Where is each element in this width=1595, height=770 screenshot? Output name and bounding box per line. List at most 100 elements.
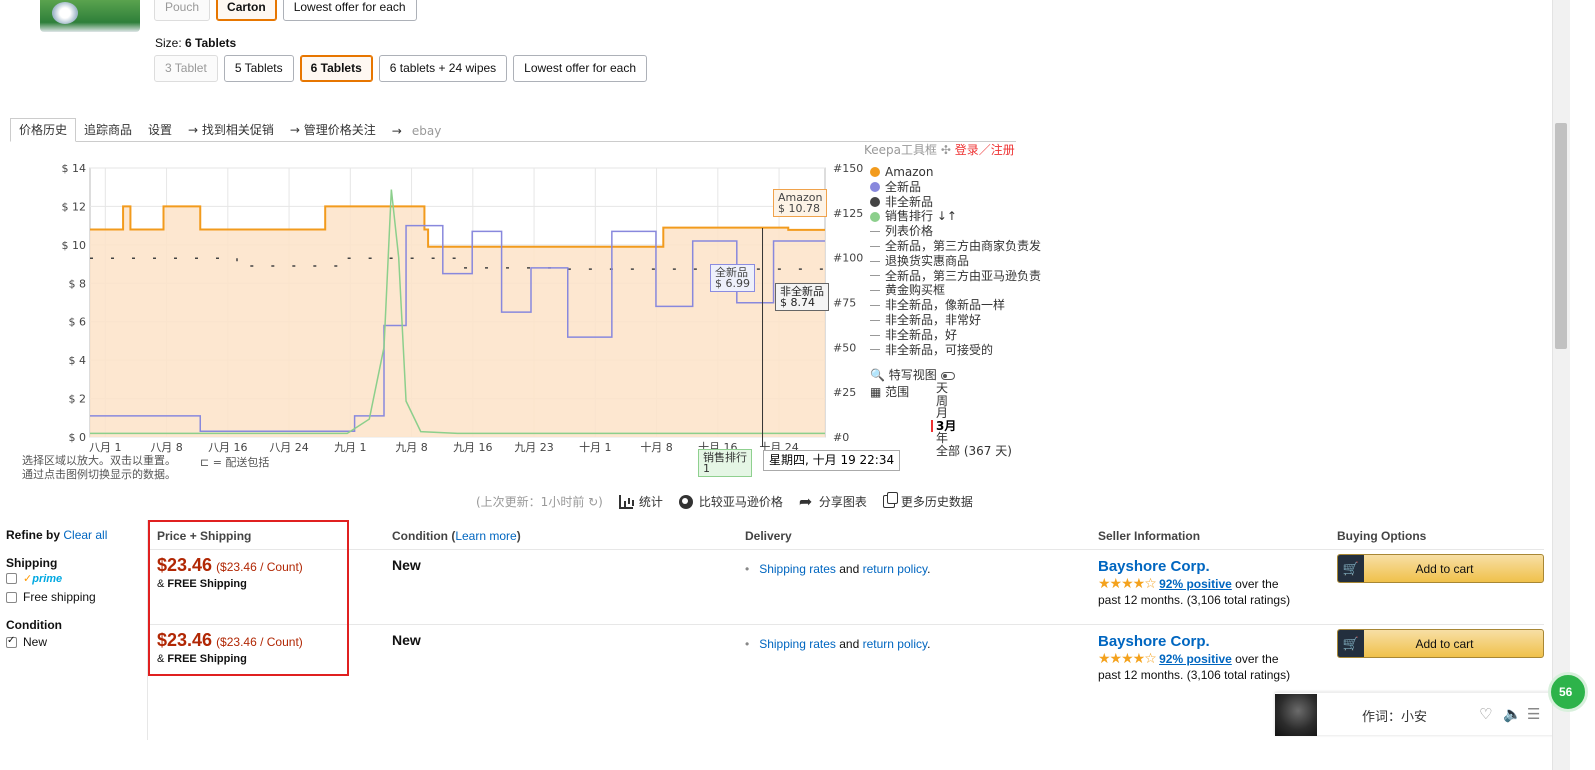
x-tick-label: 八月 16 [208, 441, 248, 454]
share-button[interactable]: ➦ 分享图表 [799, 493, 867, 510]
more-history-label: 更多历史数据 [900, 495, 973, 509]
page-scrollbar[interactable] [1552, 0, 1570, 770]
legend-label: 非全新品，可接受的 [885, 342, 994, 357]
tooltip-used-price: $ 8.74 [780, 296, 815, 309]
size-option-6-tablets[interactable]: 6 Tablets [299, 55, 373, 82]
legend-label: Amazon [885, 165, 934, 179]
tab-manage-alerts[interactable]: → 管理价格关注 [282, 121, 384, 141]
legend-label: 非全新品 [885, 194, 934, 209]
legend-item[interactable]: 非全新品，像新品一样 [870, 298, 1041, 313]
legend-dash-icon [870, 260, 880, 262]
style-option-pouch[interactable]: Pouch [154, 0, 211, 21]
range-option[interactable]: 全部 (367 天) [936, 444, 1012, 458]
return-policy-link[interactable]: return policy [863, 637, 927, 651]
legend-item[interactable]: 销售排行 ↓↑ [870, 209, 1041, 224]
shipping-rates-link[interactable]: Shipping rates [759, 637, 836, 651]
legend-item[interactable]: 退换货实惠商品 [870, 254, 1041, 269]
y-right-tick-label: #125 [833, 207, 863, 220]
offer-condition: New [392, 557, 421, 573]
search-icon: 🔍 [870, 368, 885, 382]
offer-seller: Bayshore Corp. ★★★★☆ 92% positive over t… [1098, 558, 1308, 608]
delivery-and: and [835, 637, 863, 651]
tab-ebay[interactable]: ebay [404, 124, 449, 141]
legend-dash-icon [870, 290, 880, 292]
compare-button[interactable]: 比较亚马逊价格 [678, 493, 783, 510]
share-label: 分享图表 [818, 495, 867, 509]
add-to-cart-button[interactable]: 🛒 Add to cart [1337, 629, 1544, 658]
clear-all-link[interactable]: Clear all [63, 528, 107, 542]
legend-item[interactable]: 非全新品，可接受的 [870, 343, 1041, 358]
legend-item[interactable]: 全新品 [870, 180, 1041, 195]
heart-icon[interactable]: ♡ [1479, 705, 1492, 723]
playlist-icon[interactable]: ☰ [1527, 705, 1540, 723]
x-tick-label: 八月 24 [269, 441, 309, 454]
legend-dot-icon [870, 196, 880, 207]
legend-item[interactable]: 全新品，第三方由商家负责发 [870, 239, 1041, 254]
size-option-5-tablets[interactable]: 5 Tablets [223, 55, 294, 82]
y-right-tick-label: #150 [833, 162, 863, 175]
tab-settings[interactable]: 设置 [140, 121, 180, 141]
size-option-6-tablets-wipes[interactable]: 6 tablets + 24 wipes [378, 55, 508, 82]
legend-item[interactable]: 非全新品 [870, 195, 1041, 210]
legend-item[interactable]: Amazon [870, 165, 1041, 180]
tab-find-deals[interactable]: → 找到相关促销 [180, 121, 282, 141]
last-updated[interactable]: (上次更新：1小时前 ↻) [476, 493, 603, 510]
seller-name-link[interactable]: Bayshore Corp. [1098, 633, 1308, 650]
legend-item[interactable]: 列表价格 [870, 224, 1041, 239]
condition-new-label: New [23, 635, 48, 649]
seller-name-link[interactable]: Bayshore Corp. [1098, 558, 1308, 575]
prime-filter[interactable]: ✓prime [6, 572, 146, 585]
free-shipping-checkbox[interactable] [6, 591, 17, 603]
legend-dash-icon [870, 275, 880, 277]
size-option-3-tablet[interactable]: 3 Tablet [154, 55, 218, 82]
float-badge[interactable]: 56 [1548, 672, 1588, 712]
condition-new-checkbox[interactable] [6, 635, 17, 648]
condition-new-filter[interactable]: New [6, 635, 146, 649]
range-label: 范围 [885, 385, 910, 399]
stats-button[interactable]: 统计 [618, 493, 663, 510]
legend-label: 黄金购买框 [885, 283, 946, 298]
add-to-cart-button[interactable]: 🛒 Add to cart [1337, 554, 1544, 583]
style-option-carton[interactable]: Carton [216, 0, 277, 21]
scrollbar-thumb[interactable] [1555, 123, 1567, 349]
globe-icon [678, 494, 693, 509]
range-option[interactable]: 月 [936, 407, 1012, 420]
shipping-rates-link[interactable]: Shipping rates [759, 562, 836, 576]
legend-dash-icon [870, 305, 880, 307]
legend-item[interactable]: 非全新品，非常好 [870, 313, 1041, 328]
free-shipping-filter[interactable]: Free shipping [6, 590, 146, 604]
volume-icon[interactable]: 🔈 [1503, 705, 1522, 723]
legend-label: 销售排行 ↓↑ [885, 209, 957, 224]
return-policy-link[interactable]: return policy [863, 562, 927, 576]
closeup-toggle[interactable] [940, 371, 955, 380]
style-option-lowest-offer[interactable]: Lowest offer for each [282, 0, 417, 21]
legend-item[interactable]: 黄金购买框 [870, 283, 1041, 298]
chart-toolbar: (上次更新：1小时前 ↻) 统计 比较亚马逊价格 ➦ 分享图表 更多历史数据 [476, 492, 973, 510]
learn-more-link[interactable]: Learn more [455, 529, 516, 543]
album-cover[interactable] [1275, 694, 1317, 736]
prime-checkbox[interactable] [6, 573, 17, 584]
price-column-highlight [148, 520, 349, 676]
prime-label: prime [32, 573, 63, 585]
positive-rating-link[interactable]: 92% positive [1159, 652, 1232, 666]
tooltip-amazon: Amazon $ 10.78 [773, 189, 828, 217]
row-divider [148, 624, 1544, 625]
bullet-icon: • [745, 562, 750, 576]
legend-item[interactable]: 非全新品，好 [870, 328, 1041, 343]
header-divider [148, 549, 1544, 550]
legend-dash-icon [870, 231, 880, 233]
range-option[interactable]: 年 [936, 432, 1012, 445]
tab-track-product[interactable]: 追踪商品 [76, 121, 140, 141]
legend-item[interactable]: 全新品，第三方由亚马逊负责 [870, 269, 1041, 284]
size-option-lowest-offer[interactable]: Lowest offer for each [513, 55, 648, 82]
delivery-end: . [927, 562, 931, 576]
positive-rating-link[interactable]: 92% positive [1159, 577, 1232, 591]
tab-price-history[interactable]: 价格历史 [10, 118, 77, 142]
more-history-button[interactable]: 更多历史数据 [882, 492, 973, 510]
range-option[interactable]: 天 [936, 382, 1012, 395]
offer-seller: Bayshore Corp. ★★★★☆ 92% positive over t… [1098, 633, 1308, 683]
product-thumbnail[interactable] [40, 0, 140, 32]
header-condition-text: Condition ( [392, 529, 456, 543]
free-shipping-label: Free shipping [23, 590, 96, 604]
x-tick-label: 八月 1 [89, 441, 122, 454]
